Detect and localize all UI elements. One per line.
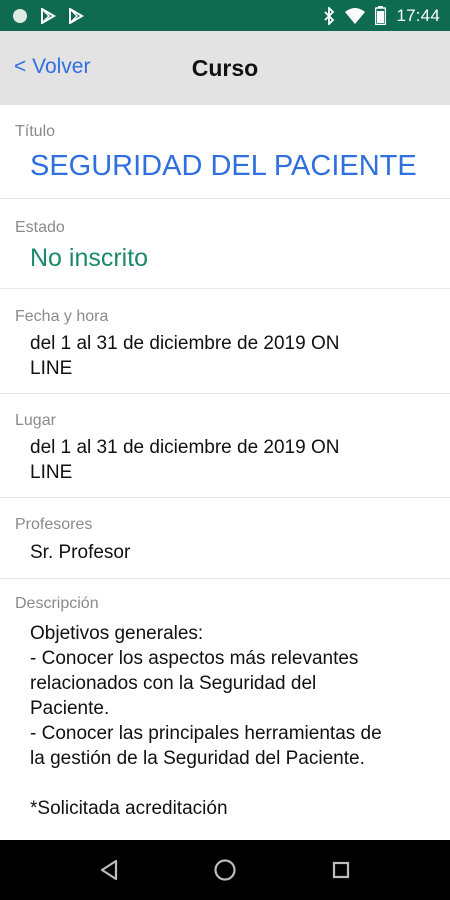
bluetooth-icon bbox=[323, 6, 335, 25]
field-estado: Estado No inscrito bbox=[0, 199, 450, 289]
field-label: Fecha y hora bbox=[15, 308, 109, 325]
field-fecha: Fecha y hora del 1 al 31 de diciembre de… bbox=[0, 289, 450, 394]
description-value: Objetivos generales: - Conocer los aspec… bbox=[30, 623, 382, 819]
wifi-icon bbox=[345, 7, 366, 24]
field-descripcion: Descripción Objetivos generales: - Conoc… bbox=[0, 579, 450, 840]
system-navigation-bar bbox=[0, 840, 450, 900]
status-left-icons bbox=[12, 7, 84, 24]
enrollment-status: No inscrito bbox=[30, 244, 149, 272]
status-bar: 17:44 bbox=[0, 0, 450, 31]
field-label: Profesores bbox=[15, 516, 93, 533]
field-titulo: Título SEGURIDAD DEL PACIENTE bbox=[0, 105, 450, 199]
field-label: Lugar bbox=[15, 412, 56, 429]
course-title: SEGURIDAD DEL PACIENTE bbox=[30, 150, 417, 182]
field-label: Estado bbox=[15, 219, 65, 236]
date-value: del 1 al 31 de diciembre de 2019 ON LINE bbox=[30, 333, 340, 379]
status-time: 17:44 bbox=[396, 5, 440, 25]
field-label: Título bbox=[15, 123, 56, 140]
place-value: del 1 al 31 de diciembre de 2019 ON LINE bbox=[30, 437, 340, 483]
teachers-value: Sr. Profesor bbox=[30, 542, 131, 563]
battery-icon bbox=[375, 6, 387, 25]
home-circle-icon[interactable] bbox=[207, 852, 243, 888]
back-triangle-icon[interactable] bbox=[91, 852, 127, 888]
status-right-icons: 17:44 bbox=[323, 6, 440, 26]
course-detail: Título SEGURIDAD DEL PACIENTE Estado No … bbox=[0, 105, 450, 840]
recents-square-icon[interactable] bbox=[323, 852, 359, 888]
play-store-icon bbox=[68, 7, 84, 24]
field-lugar: Lugar del 1 al 31 de diciembre de 2019 O… bbox=[0, 394, 450, 498]
play-store-icon bbox=[40, 7, 56, 24]
page-title: Curso bbox=[191, 55, 259, 81]
field-profesores: Profesores Sr. Profesor bbox=[0, 498, 450, 579]
navigation-bar: < Volver Curso bbox=[0, 31, 450, 105]
field-label: Descripción bbox=[15, 595, 99, 612]
circle-notification-icon bbox=[12, 8, 28, 24]
